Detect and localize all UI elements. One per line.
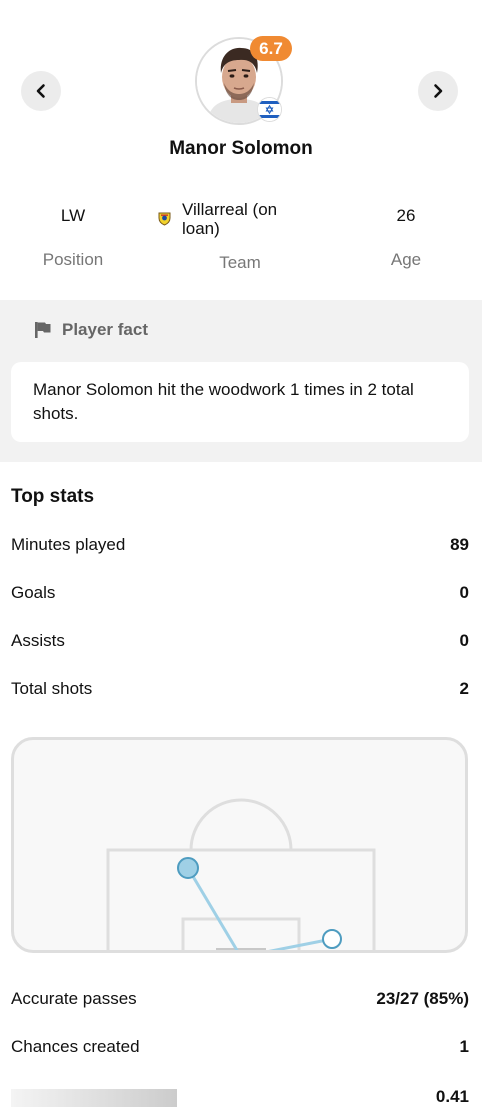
flag-icon bbox=[35, 322, 51, 338]
shot-map[interactable] bbox=[11, 737, 468, 953]
stat-value: 0 bbox=[459, 583, 469, 602]
chevron-right-icon bbox=[434, 84, 443, 98]
israel-flag-icon bbox=[257, 97, 282, 122]
top-stats-title: Top stats bbox=[11, 486, 95, 507]
stat-label: Goals bbox=[11, 583, 56, 602]
player-fact-title: Player fact bbox=[62, 320, 148, 339]
player-name: Manor Solomon bbox=[169, 138, 313, 159]
stat-row-total-shots: Total shots 2 bbox=[11, 677, 469, 701]
team-label: Team bbox=[219, 253, 261, 272]
team-name: Villarreal (on loan) bbox=[182, 200, 278, 238]
stat-label: Assists bbox=[11, 631, 65, 650]
stat-label: Minutes played bbox=[11, 535, 126, 554]
stat-row-chances-created: Chances created 1 bbox=[11, 1035, 469, 1059]
goal-mouth bbox=[216, 948, 266, 950]
team-info[interactable]: Villarreal (on loan) bbox=[157, 200, 292, 240]
stat-value: 2 bbox=[459, 679, 469, 698]
stat-row-goals: Goals 0 bbox=[11, 581, 469, 605]
stat-value: 1 bbox=[459, 1037, 469, 1056]
villarreal-crest-icon bbox=[157, 211, 172, 226]
position-label: Position bbox=[42, 250, 104, 269]
stat-row-minutes-played: Minutes played 89 bbox=[11, 533, 469, 557]
stat-label: Accurate passes bbox=[11, 989, 137, 1008]
rating-value: 6.7 bbox=[259, 38, 283, 58]
stat-row-partial: 0.41 bbox=[11, 1085, 469, 1109]
rating-badge: 6.7 bbox=[250, 36, 292, 61]
age-label: Age bbox=[390, 250, 422, 269]
stat-label: Total shots bbox=[11, 679, 93, 698]
stat-row-assists: Assists 0 bbox=[11, 629, 469, 653]
player-fact-header: Player fact bbox=[34, 320, 148, 340]
shot-1-trajectory bbox=[186, 867, 239, 950]
shot-2-marker bbox=[322, 929, 342, 949]
stat-value: 0 bbox=[459, 631, 469, 650]
previous-player-button[interactable] bbox=[21, 71, 61, 111]
shot-1-marker bbox=[177, 857, 199, 879]
shot-map-pitch bbox=[106, 798, 376, 950]
chevron-left-icon bbox=[36, 84, 45, 98]
next-player-button[interactable] bbox=[418, 71, 458, 111]
position-value: LW bbox=[60, 206, 86, 225]
player-fact-card: Manor Solomon hit the woodwork 1 times i… bbox=[11, 362, 469, 442]
stat-value: 0.41 bbox=[435, 1087, 469, 1106]
stat-value: 23/27 (85%) bbox=[376, 989, 469, 1008]
stat-label: Chances created bbox=[11, 1037, 140, 1056]
player-fact-section: Player fact Manor Solomon hit the woodwo… bbox=[0, 300, 482, 462]
age-value: 26 bbox=[396, 206, 416, 225]
player-fact-text: Manor Solomon hit the woodwork 1 times i… bbox=[33, 380, 414, 423]
stat-value: 89 bbox=[450, 535, 469, 554]
stat-row-accurate-passes: Accurate passes 23/27 (85%) bbox=[11, 987, 469, 1011]
